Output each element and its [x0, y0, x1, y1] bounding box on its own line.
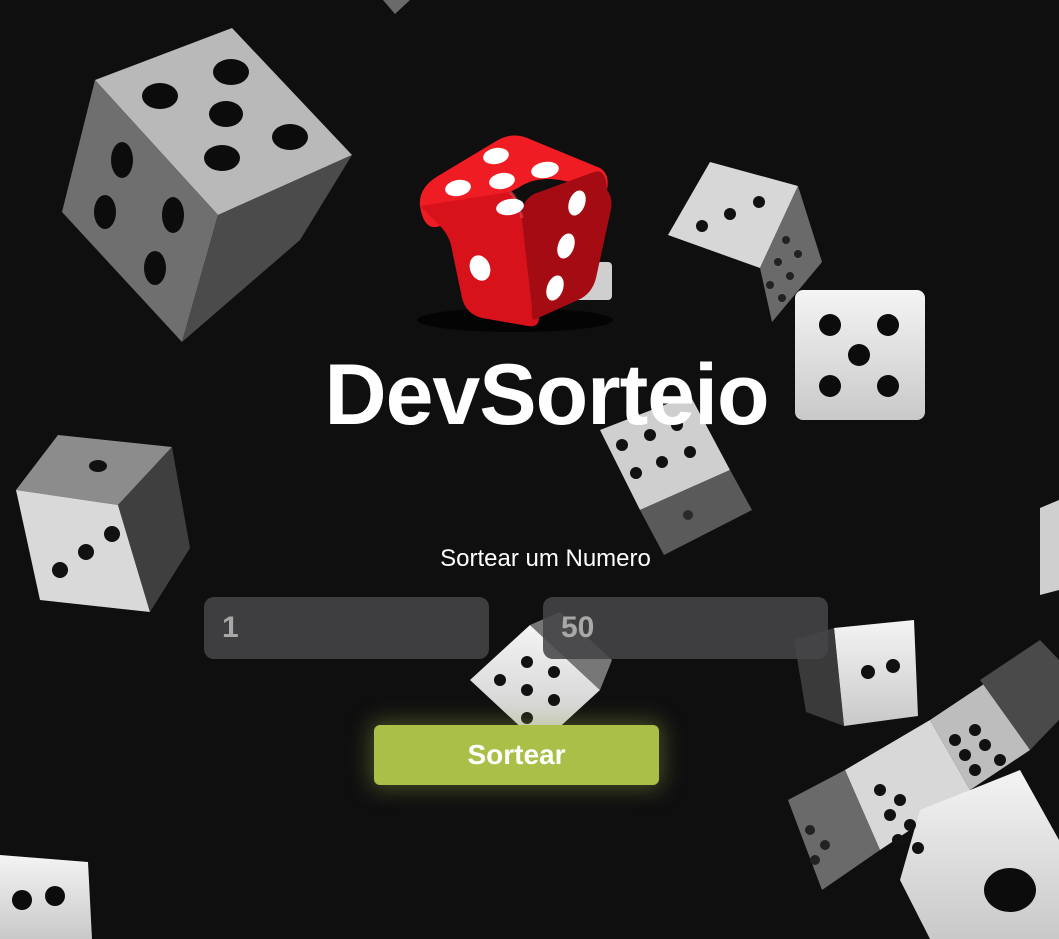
bg-die-left — [16, 435, 190, 612]
bg-die-bottom-left — [0, 855, 92, 939]
max-number-input[interactable] — [543, 597, 828, 659]
draw-button[interactable]: Sortear — [374, 725, 659, 785]
red-dice-icon — [417, 135, 613, 332]
app-screen: DevSorteio Sortear um Numero Sortear — [0, 0, 1059, 939]
app-title: DevSorteio — [324, 347, 769, 443]
min-number-input[interactable] — [204, 597, 489, 659]
bg-die-top-left — [62, 28, 352, 342]
bg-die-top-center — [383, 0, 410, 14]
draw-form-label: Sortear um Numero — [440, 545, 651, 572]
